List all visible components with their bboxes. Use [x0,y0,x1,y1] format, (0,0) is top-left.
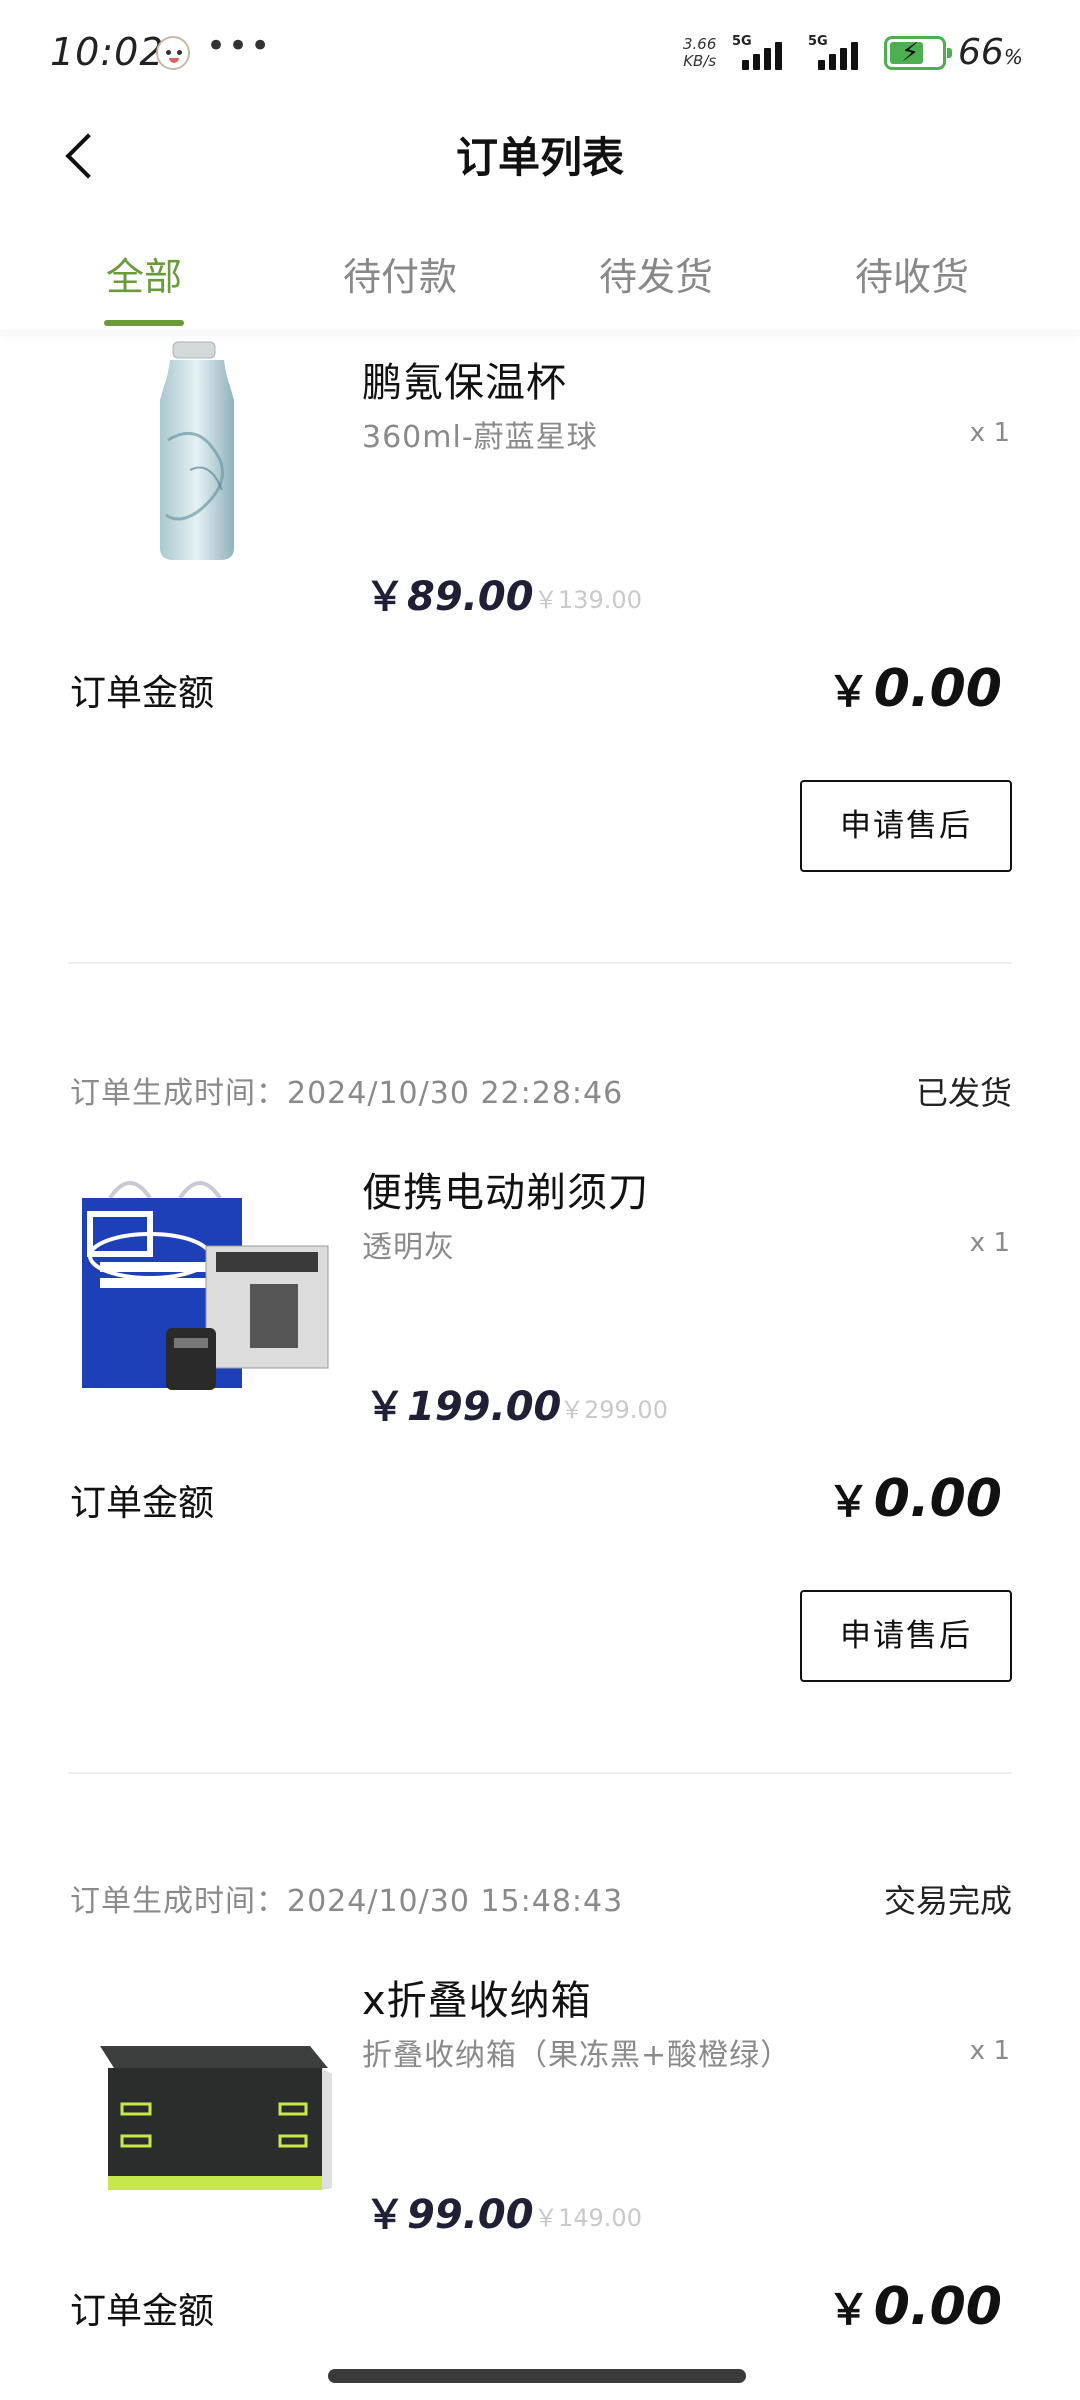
notification-avatar-icon [156,36,190,70]
app-header: 订单列表 [0,100,1080,220]
product-image-thermos[interactable] [70,330,340,580]
order-status: 交易完成 [883,1882,1012,1920]
order-meta: 订单生成时间：2024/10/30 22:28:46 已发货 [70,1068,1012,1118]
product-spec: 透明灰 [362,1230,455,1265]
product-price: ￥89.00 [365,574,534,620]
tab-all[interactable]: 全部 [44,246,244,301]
divider [68,1772,1012,1774]
after-sales-button[interactable]: 申请售后 [800,780,1012,872]
product-spec: 折叠收纳箱（果冻黑+酸橙绿） [362,2038,792,2073]
status-bar: 10:02 ••• 3.66 KB/s 5G 5G ⚡ 66% [0,0,1080,100]
active-tab-indicator [104,320,184,326]
tab-pending-shipment[interactable]: 待发货 [556,246,756,301]
tab-pending-receipt[interactable]: 待收货 [812,246,1012,301]
product-image-shaver[interactable] [70,1148,340,1418]
network-speed: 3.66 KB/s [683,36,716,70]
order-created-time: 订单生成时间：2024/10/30 15:48:43 [70,1884,624,1919]
order-amount: ￥0.00 [827,1469,1002,1529]
signal-sim1-icon: 5G [732,34,802,72]
product-image-storage-box[interactable] [70,1956,340,2226]
network-speed-unit: KB/s [683,52,717,70]
order-meta: 订单生成时间：2024/10/30 15:48:43 交易完成 [70,1876,1012,1926]
order-filter-tabs: 全部 待付款 待发货 待收货 [0,220,1080,330]
product-name: 便携电动剃须刀 [362,1170,649,1216]
divider [68,962,1012,964]
product-name: x折叠收纳箱 [362,1978,592,2024]
order-created-time: 订单生成时间：2024/10/30 22:28:46 [70,1076,624,1111]
order-list[interactable]: 鹏氪保温杯 360ml-蔚蓝星球 x 1 ￥89.00 ￥139.00 订单金额… [0,330,1080,2400]
order-amount-label: 订单金额 [70,2291,215,2332]
order-amount-label: 订单金额 [70,673,215,714]
thermos-bottle-icon [160,341,234,560]
original-price: ￥139.00 [534,586,642,614]
original-price: ￥299.00 [560,1396,668,1424]
shaver-package-icon [82,1181,329,1390]
product-price: ￥99.00 [365,2192,534,2238]
product-quantity: x 1 [969,1228,1010,1258]
order-status: 已发货 [915,1074,1012,1112]
network-speed-value: 3.66 [683,35,717,53]
product-name: 鹏氪保温杯 [362,360,567,406]
more-notifications-icon: ••• [206,26,273,66]
battery-percentage: 66% [958,32,1023,73]
home-indicator[interactable] [328,2369,746,2383]
battery-icon: ⚡ [884,36,952,70]
original-price: ￥149.00 [534,2204,642,2232]
page-title: 订单列表 [455,133,624,182]
tab-pending-payment[interactable]: 待付款 [300,246,500,301]
order-amount: ￥0.00 [827,2277,1002,2337]
product-spec: 360ml-蔚蓝星球 [362,420,598,455]
storage-box-icon [100,2046,332,2190]
after-sales-button[interactable]: 申请售后 [800,1590,1012,1682]
charging-bolt-icon: ⚡ [901,38,920,68]
clock: 10:02 [50,30,165,74]
product-quantity: x 1 [969,418,1010,448]
order-amount-label: 订单金额 [70,1483,215,1524]
signal-sim2-icon: 5G [808,34,878,72]
product-price: ￥199.00 [365,1384,562,1430]
product-quantity: x 1 [969,2036,1010,2066]
order-amount: ￥0.00 [827,659,1002,719]
